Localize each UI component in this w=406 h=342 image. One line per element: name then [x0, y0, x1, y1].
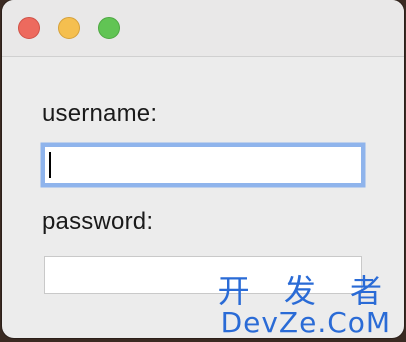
password-label: password: — [42, 208, 154, 235]
app-window: username: password: 开 发 者 DevZe.CoM — [2, 0, 404, 338]
zoom-window-button[interactable] — [98, 17, 120, 39]
username-input[interactable] — [44, 146, 362, 184]
title-bar — [2, 0, 404, 57]
watermark-line2: DevZe.CoM — [220, 306, 392, 338]
text-cursor — [49, 152, 51, 178]
watermark: 开 发 者 DevZe.CoM — [218, 274, 394, 338]
username-label: username: — [42, 100, 158, 127]
minimize-window-button[interactable] — [58, 17, 80, 39]
watermark-line1: 开 发 者 — [217, 272, 394, 310]
close-window-button[interactable] — [18, 17, 40, 39]
